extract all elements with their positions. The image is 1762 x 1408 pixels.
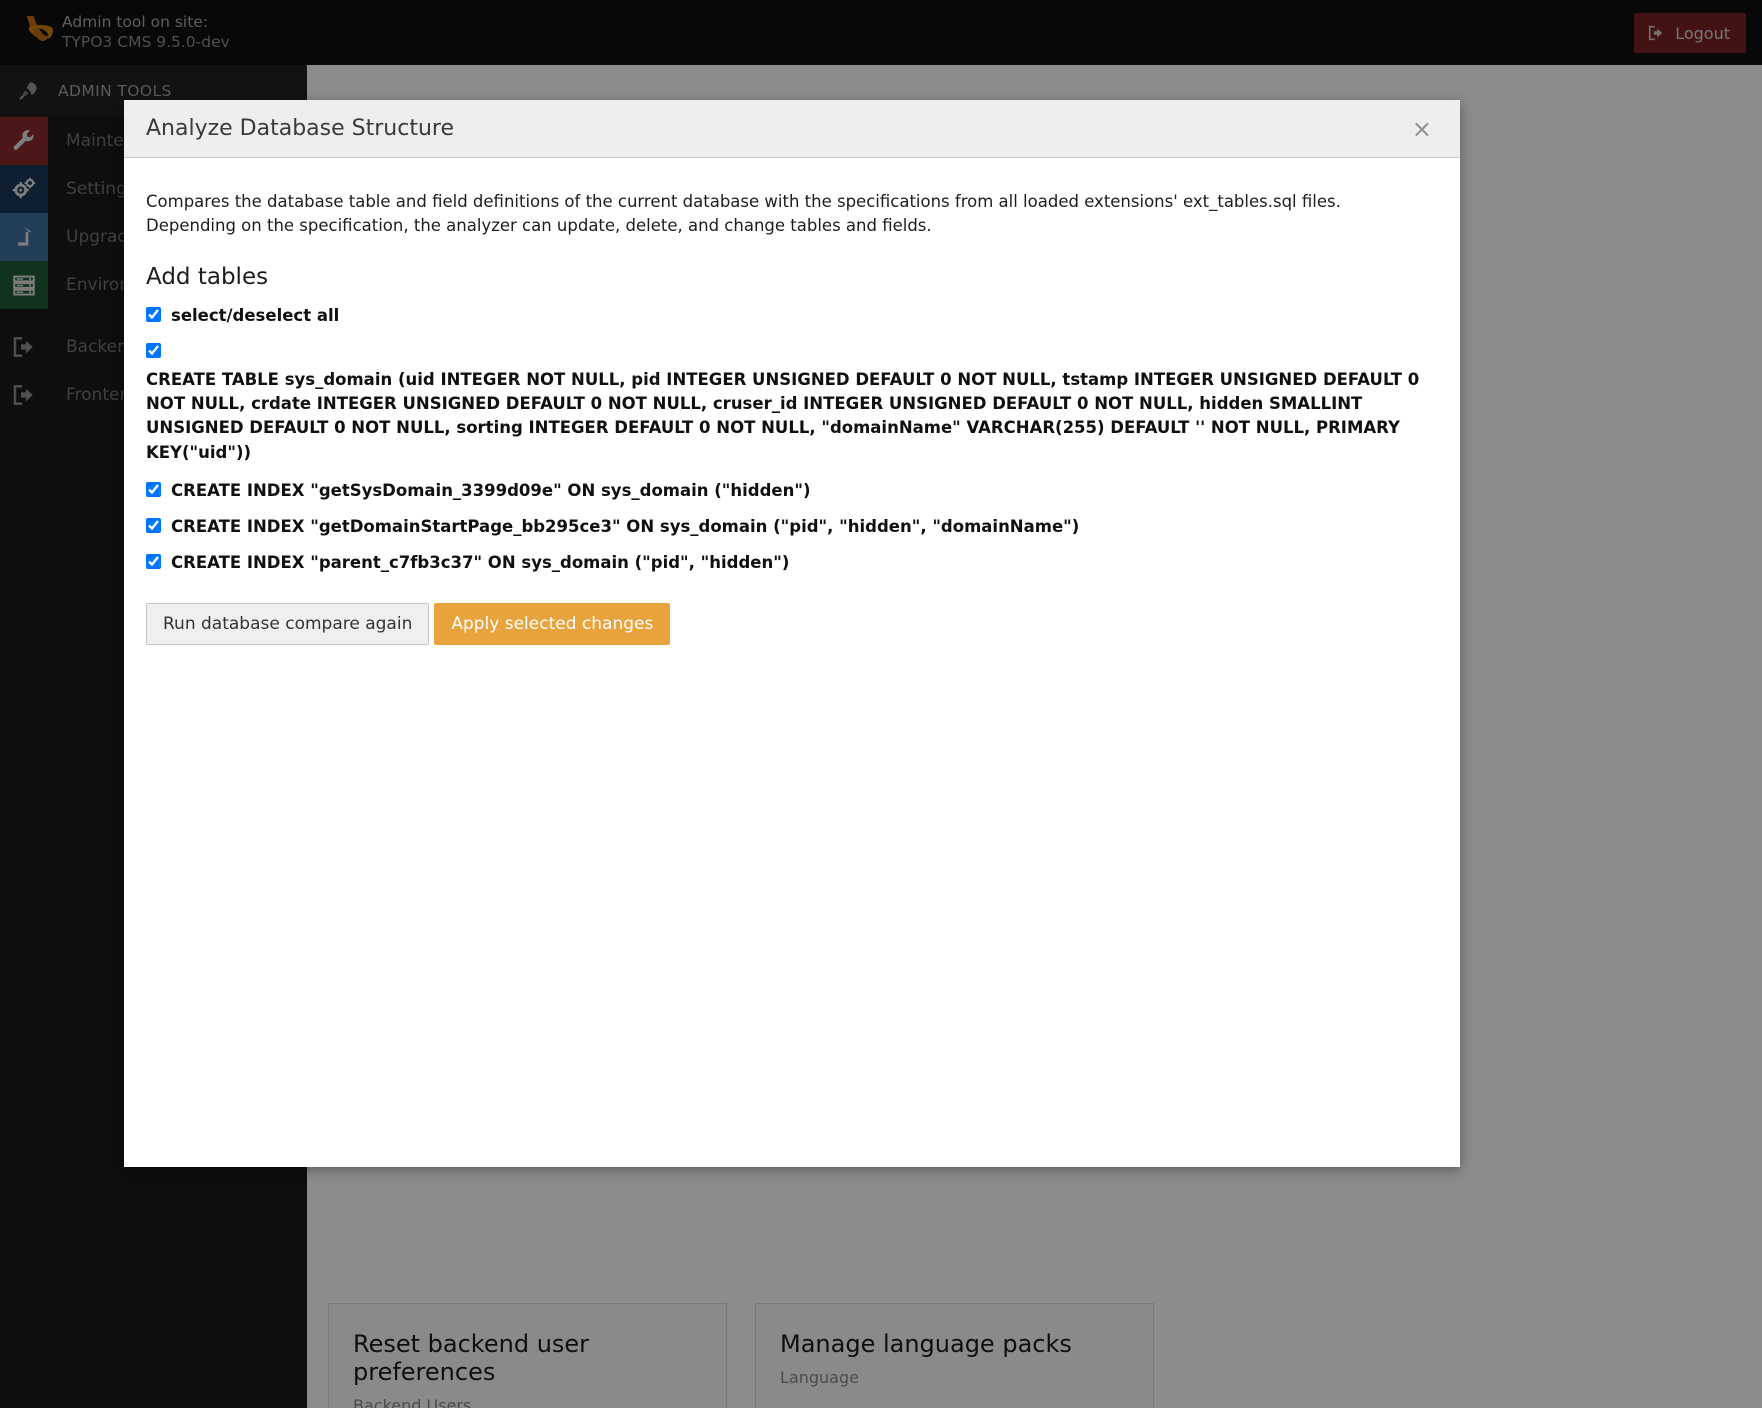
close-icon[interactable]: ×: [1406, 113, 1438, 145]
select-all-checkbox[interactable]: [146, 306, 161, 322]
change-checkbox[interactable]: [146, 481, 161, 497]
change-label: CREATE INDEX "parent_c7fb3c37" ON sys_do…: [171, 552, 790, 572]
select-all-label: select/deselect all: [171, 305, 340, 325]
modal-body: Compares the database table and field de…: [124, 158, 1460, 1167]
apply-selected-changes-button[interactable]: Apply selected changes: [434, 602, 671, 645]
page-root: Reset backend user preferences Backend U…: [0, 0, 1762, 1408]
change-label: CREATE INDEX "getSysDomain_3399d09e" ON …: [171, 480, 811, 500]
change-checkbox[interactable]: [146, 553, 161, 569]
change-item-index-parent: CREATE INDEX "parent_c7fb3c37" ON sys_do…: [146, 551, 1438, 575]
modal-description: Compares the database table and field de…: [146, 192, 1341, 235]
analyze-database-structure-modal: Analyze Database Structure × Compares th…: [124, 100, 1460, 1167]
modal-title: Analyze Database Structure: [146, 116, 454, 141]
change-item-index-getsysdomain: CREATE INDEX "getSysDomain_3399d09e" ON …: [146, 479, 1438, 503]
section-title-add-tables: Add tables: [146, 263, 269, 290]
modal-header: Analyze Database Structure ×: [124, 100, 1460, 158]
change-label: CREATE TABLE sys_domain (uid INTEGER NOT…: [146, 369, 1420, 462]
change-item-index-getdomainstartpage: CREATE INDEX "getDomainStartPage_bb295ce…: [146, 515, 1438, 539]
change-checkbox[interactable]: [146, 517, 161, 533]
run-database-compare-again-button[interactable]: Run database compare again: [146, 602, 430, 645]
change-item-create-table: CREATE TABLE sys_domain (uid INTEGER NOT…: [146, 340, 1438, 465]
select-all-row: select/deselect all: [146, 304, 1438, 328]
change-label: CREATE INDEX "getDomainStartPage_bb295ce…: [171, 516, 1080, 536]
change-checkbox[interactable]: [146, 342, 161, 358]
modal-actions: Run database compare again Apply selecte…: [146, 602, 1438, 645]
